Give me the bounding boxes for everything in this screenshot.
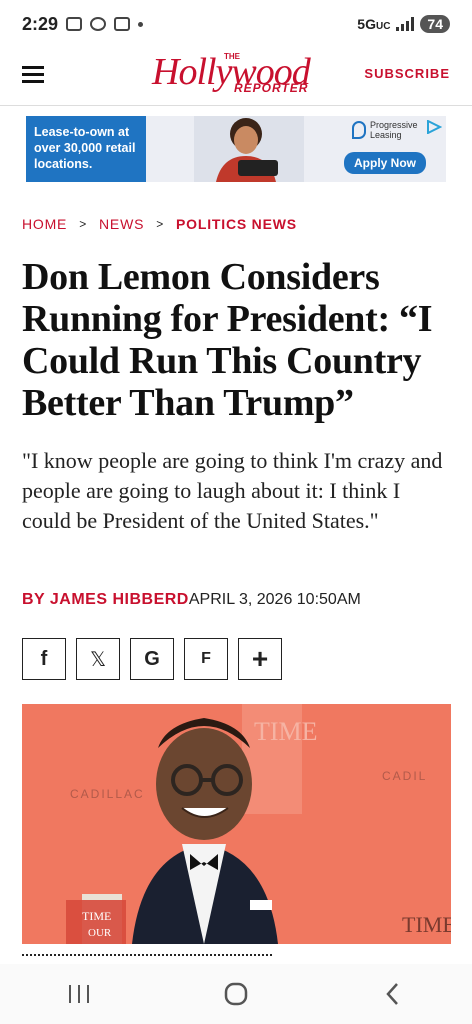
- hero-photo-illustration: CADILLAC CADIL TIME TIME OUR TIME: [22, 704, 451, 944]
- caption-fragment: [0, 944, 472, 964]
- ad-child-image: [194, 116, 304, 182]
- ad-lease-text: Lease-to-own at over 30,000 retail locat…: [26, 116, 146, 182]
- sync-icon: [90, 17, 107, 31]
- facebook-icon[interactable]: f: [22, 638, 66, 680]
- share-bar: f 𝕏 G F +: [22, 638, 282, 680]
- screenshot-icon: [66, 17, 83, 31]
- status-time: 2:29: [22, 13, 59, 34]
- publish-date: APRIL 3, 2026 10:50AM: [188, 591, 361, 608]
- flipboard-icon[interactable]: F: [184, 638, 228, 680]
- home-button[interactable]: [216, 974, 256, 1014]
- back-button[interactable]: [373, 974, 413, 1014]
- battery-level: 74: [420, 15, 450, 33]
- ad-apply-button[interactable]: Apply Now: [344, 152, 426, 174]
- calendar-icon: [114, 17, 131, 31]
- ad-brand-logo: Progressive Leasing: [352, 120, 418, 140]
- adchoices-icon[interactable]: [426, 120, 442, 134]
- subscribe-link[interactable]: SUBSCRIBE: [364, 66, 450, 81]
- author-link[interactable]: JAMES HIBBERD: [50, 591, 189, 609]
- logo-reporter: REPORTER: [234, 81, 309, 95]
- byline-prefix: BY: [22, 591, 50, 608]
- status-bar: 2:29 5GUC 74: [0, 0, 472, 48]
- recent-apps-icon: [68, 985, 89, 1003]
- google-icon[interactable]: G: [130, 638, 174, 680]
- site-header: THE Hollywood REPORTER SUBSCRIBE: [0, 48, 472, 106]
- home-icon: [224, 982, 248, 1006]
- breadcrumb-news[interactable]: NEWS: [99, 216, 144, 232]
- article-hero-image[interactable]: CADILLAC CADIL TIME TIME OUR TIME: [22, 704, 451, 944]
- article-dek: "I know people are going to think I'm cr…: [22, 448, 443, 533]
- breadcrumb-politics-news[interactable]: POLITICS NEWS: [176, 216, 297, 232]
- breadcrumb-separator: >: [79, 217, 88, 231]
- backdrop-time: TIME: [254, 717, 318, 746]
- backdrop-cadillac-left: CADILLAC: [70, 787, 145, 801]
- byline: BY JAMES HIBBERD APRIL 3, 2026 10:50AM: [22, 591, 361, 609]
- recent-apps-button[interactable]: [59, 974, 99, 1014]
- breadcrumb: HOME > NEWS > POLITICS NEWS: [22, 216, 297, 232]
- signal-icon: [396, 17, 415, 31]
- plus-icon[interactable]: +: [238, 638, 282, 680]
- site-logo[interactable]: THE Hollywood REPORTER: [152, 50, 322, 102]
- backdrop-time-right: TIME: [402, 912, 451, 937]
- system-nav-bar: [0, 964, 472, 1024]
- back-icon: [386, 983, 399, 1005]
- book-cover-label: TIME: [82, 909, 111, 923]
- network-label: 5GUC: [357, 16, 391, 32]
- x-icon[interactable]: 𝕏: [76, 638, 120, 680]
- ad-banner[interactable]: Lease-to-own at over 30,000 retail locat…: [26, 116, 446, 182]
- breadcrumb-home[interactable]: HOME: [22, 216, 67, 232]
- book-cover-label-2: OUR: [88, 927, 112, 939]
- article-title: Don Lemon Considers Running for Presiden…: [22, 256, 433, 424]
- more-notifications-icon: [138, 21, 144, 27]
- menu-icon[interactable]: [22, 66, 44, 84]
- breadcrumb-separator: >: [156, 217, 165, 231]
- progressive-logo-icon: [352, 121, 366, 139]
- backdrop-cadillac-right: CADIL: [382, 769, 427, 783]
